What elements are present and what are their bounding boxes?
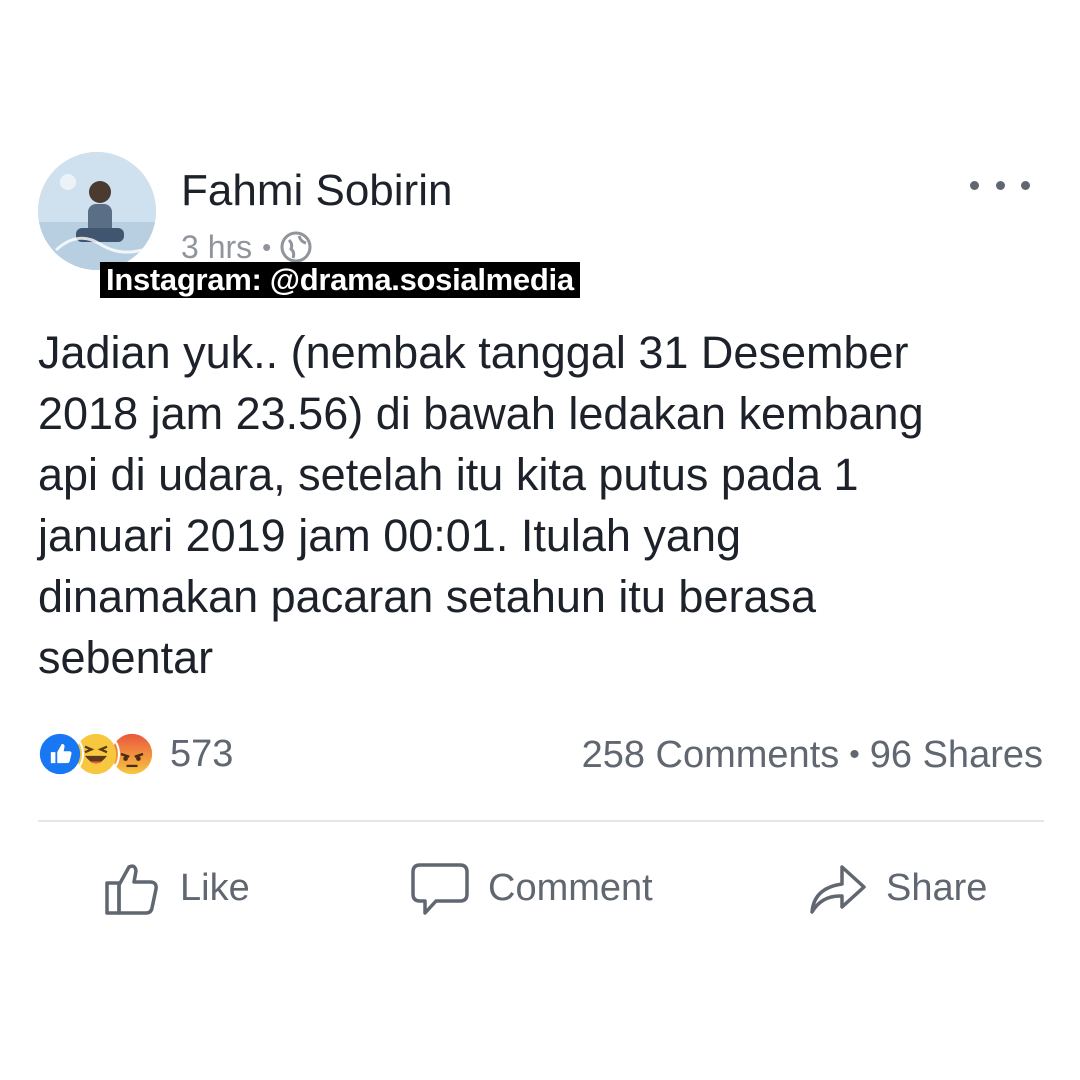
instagram-watermark: Instagram: @drama.sosialmedia — [100, 262, 580, 298]
meta-separator: • — [262, 231, 272, 262]
thumbs-up-icon — [105, 864, 158, 915]
avatar-photo — [38, 152, 156, 270]
more-dot — [1021, 180, 1030, 190]
share-label: Share — [886, 866, 988, 909]
comment-label: Comment — [488, 866, 653, 909]
shares-count[interactable]: 96 Shares — [870, 734, 1043, 777]
post-body: Jadian yuk.. (nembak tanggal 31 Desember… — [38, 327, 924, 683]
share-arrow-icon — [810, 865, 866, 914]
post-meta: 3 hrs • — [181, 227, 313, 267]
post-timestamp[interactable]: 3 hrs — [181, 229, 252, 266]
stats-separator: • — [849, 738, 860, 771]
divider — [38, 820, 1044, 822]
globe-icon — [280, 231, 312, 263]
share-button[interactable]: Share — [808, 855, 987, 921]
comment-icon — [411, 863, 469, 915]
avatar[interactable] — [38, 152, 156, 270]
like-icon — [36, 730, 84, 778]
author-name[interactable]: Fahmi Sobirin — [181, 165, 452, 217]
comments-count[interactable]: 258 Comments — [582, 734, 840, 777]
more-options-icon[interactable] — [970, 170, 1030, 200]
more-dot — [995, 180, 1005, 190]
facebook-post: Fahmi Sobirin 3 hrs • Instagram: @drama.… — [0, 0, 1080, 1080]
comment-button[interactable]: Comment — [410, 855, 653, 921]
like-button[interactable]: Like — [102, 855, 250, 921]
reactions-summary[interactable]: 573 — [36, 728, 233, 780]
post-stats: 258 Comments • 96 Shares — [582, 730, 1043, 780]
reaction-count: 573 — [170, 732, 234, 775]
more-dot — [970, 180, 979, 190]
like-label: Like — [180, 866, 250, 909]
